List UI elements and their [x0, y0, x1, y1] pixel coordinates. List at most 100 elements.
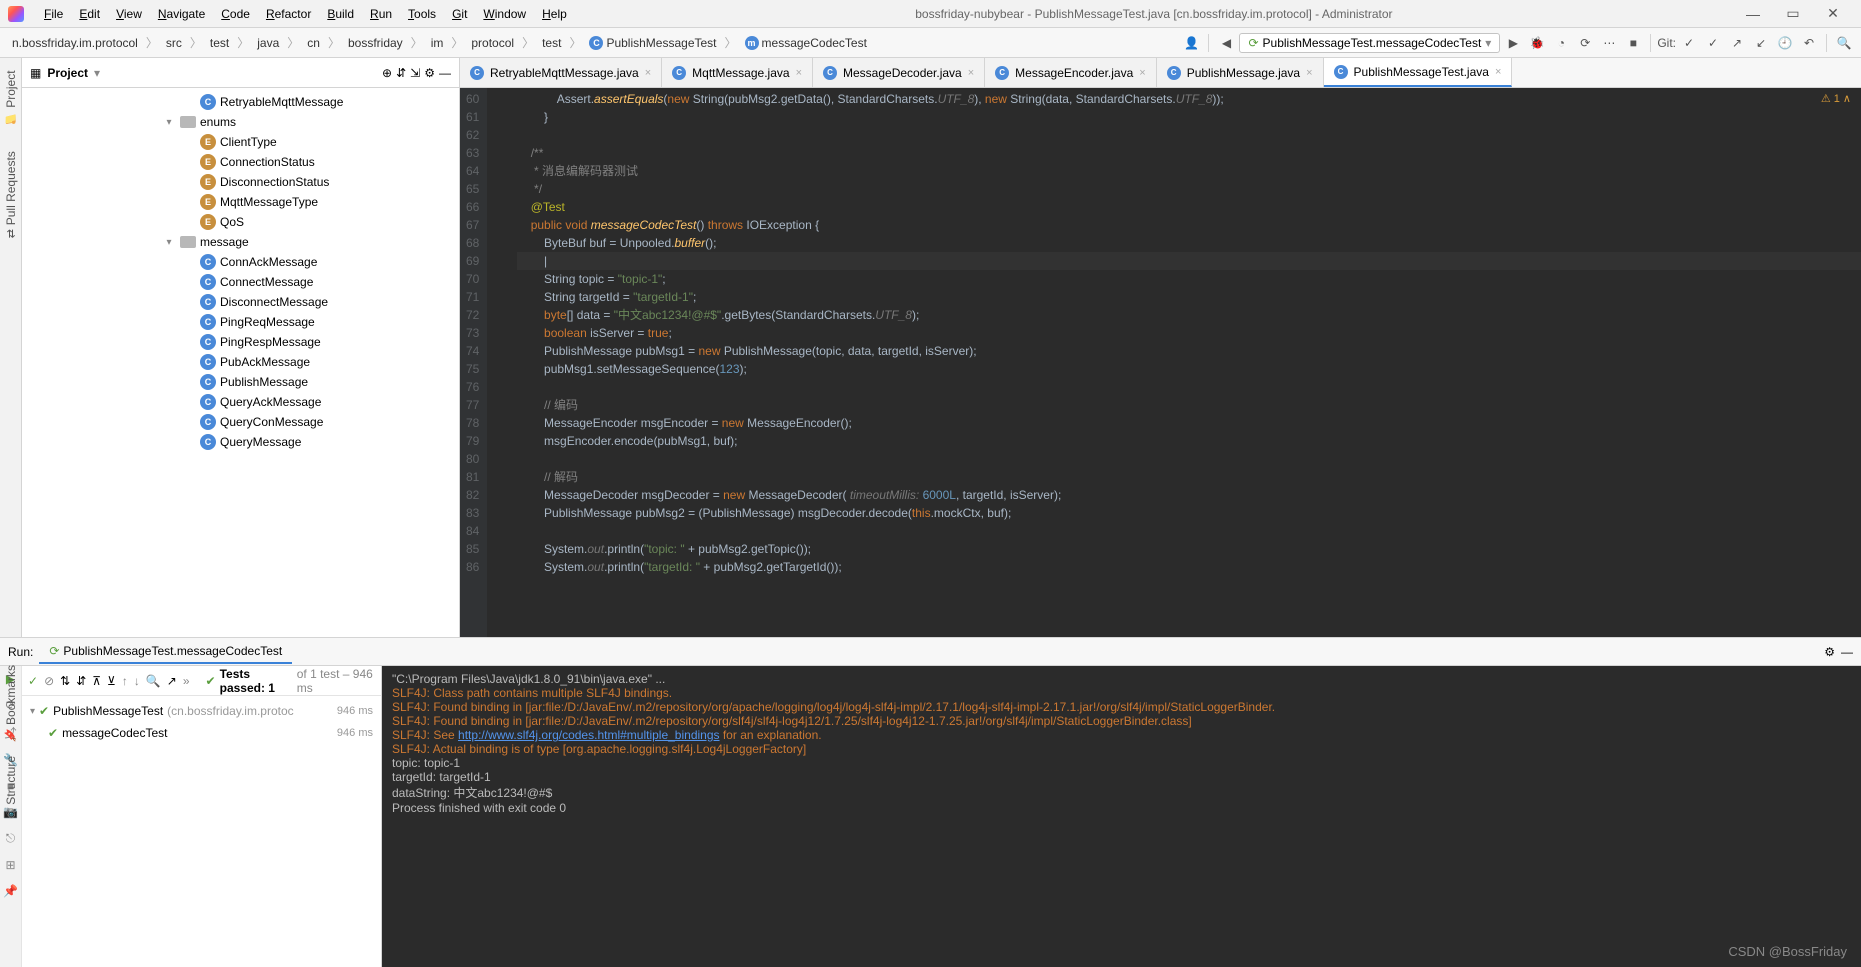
bookmarks-tool-tab[interactable]: 🔖 Bookmarks [4, 665, 18, 742]
hide-icon[interactable]: — [439, 66, 451, 80]
project-tree[interactable]: CRetryableMqttMessage▾enumsEClientTypeEC… [22, 88, 459, 637]
import-icon[interactable]: 🔍 [146, 674, 161, 688]
tree-node[interactable]: CDisconnectMessage [22, 292, 459, 312]
pin-button[interactable]: 📌 [3, 884, 18, 898]
sort-a-icon[interactable]: ⇅ [60, 674, 70, 688]
search-button[interactable]: 🔍 [1833, 32, 1855, 54]
menu-tools[interactable]: Tools [400, 7, 444, 21]
editor-tab[interactable]: CRetryableMqttMessage.java× [460, 58, 662, 87]
show-ignored-icon[interactable]: ⊘ [44, 674, 54, 688]
git-rollback-button[interactable]: ↶ [1798, 32, 1820, 54]
tree-node[interactable]: CRetryableMqttMessage [22, 92, 459, 112]
collapse-icon[interactable]: ⊻ [107, 674, 116, 688]
prev-icon[interactable]: ↑ [122, 674, 128, 688]
breadcrumb-item[interactable]: bossfriday [342, 34, 409, 52]
menu-view[interactable]: View [108, 7, 150, 21]
close-tab-icon[interactable]: × [645, 67, 651, 79]
breadcrumb-item[interactable]: test [204, 34, 235, 52]
code-editor[interactable]: 6061626364656667686970717273747576777879… [460, 88, 1861, 637]
menu-help[interactable]: Help [534, 7, 575, 21]
tree-node[interactable]: ▾message [22, 232, 459, 252]
project-tool-tab[interactable]: 📁 Project [2, 64, 20, 131]
menu-navigate[interactable]: Navigate [150, 7, 213, 21]
run-config-selector[interactable]: ⟳ PublishMessageTest.messageCodecTest ▾ [1239, 33, 1500, 53]
tree-node[interactable]: CConnAckMessage [22, 252, 459, 272]
tree-node[interactable]: EMqttMessageType [22, 192, 459, 212]
editor-tab[interactable]: CPublishMessageTest.java× [1324, 58, 1513, 87]
editor-tab[interactable]: CMqttMessage.java× [662, 58, 813, 87]
menu-file[interactable]: File [36, 7, 71, 21]
next-icon[interactable]: ↓ [134, 674, 140, 688]
editor-tab[interactable]: CMessageEncoder.java× [985, 58, 1157, 87]
tree-node[interactable]: CConnectMessage [22, 272, 459, 292]
back-button[interactable]: ◀ [1215, 32, 1237, 54]
pull-requests-tool-tab[interactable]: ⇄ Pull Requests [2, 145, 20, 244]
layout-button[interactable]: ⊞ [5, 858, 15, 872]
test-row[interactable]: ▾✔ PublishMessageTest(cn.bossfriday.im.p… [22, 700, 381, 722]
user-icon[interactable]: 👤 [1180, 32, 1202, 54]
close-tab-icon[interactable]: × [1306, 67, 1312, 79]
minimize-button[interactable]: — [1733, 6, 1773, 22]
tree-node[interactable]: CPublishMessage [22, 372, 459, 392]
run-hide-icon[interactable]: — [1841, 645, 1853, 659]
close-tab-icon[interactable]: × [1139, 67, 1145, 79]
tree-node[interactable]: CPingReqMessage [22, 312, 459, 332]
tree-node[interactable]: CQueryMessage [22, 432, 459, 452]
close-tab-icon[interactable]: × [968, 67, 974, 79]
close-tab-icon[interactable]: × [796, 67, 802, 79]
stop-button[interactable]: ■ [1622, 32, 1644, 54]
editor-tab[interactable]: CPublishMessage.java× [1157, 58, 1324, 87]
debug-button[interactable]: 🐞 [1526, 32, 1548, 54]
git-push-button[interactable]: ↗ [1726, 32, 1748, 54]
tree-node[interactable]: CPingRespMessage [22, 332, 459, 352]
menu-edit[interactable]: Edit [71, 7, 108, 21]
menu-refactor[interactable]: Refactor [258, 7, 319, 21]
exit-button[interactable]: ⎋ [6, 831, 16, 846]
menu-window[interactable]: Window [475, 7, 534, 21]
run-button[interactable]: ▶ [1502, 32, 1524, 54]
menu-code[interactable]: Code [213, 7, 258, 21]
sort-d-icon[interactable]: ⇵ [76, 674, 86, 688]
test-tree[interactable]: ▾✔ PublishMessageTest(cn.bossfriday.im.p… [22, 696, 381, 967]
expand-all-icon[interactable]: ⇵ [396, 66, 406, 80]
breadcrumb-item[interactable]: protocol [465, 34, 520, 52]
tree-node[interactable]: CQueryAckMessage [22, 392, 459, 412]
attach-button[interactable]: ⋯ [1598, 32, 1620, 54]
run-tab[interactable]: ⟳ PublishMessageTest.messageCodecTest [39, 640, 292, 664]
breadcrumb-item[interactable]: mmessageCodecTest [739, 34, 873, 52]
expand-icon[interactable]: ⊼ [92, 674, 101, 688]
close-tab-icon[interactable]: × [1495, 66, 1501, 78]
tree-node[interactable]: ▾enums [22, 112, 459, 132]
test-row[interactable]: ✔ messageCodecTest946 ms [22, 722, 381, 744]
tree-node[interactable]: EConnectionStatus [22, 152, 459, 172]
menu-run[interactable]: Run [362, 7, 400, 21]
run-console[interactable]: "C:\Program Files\Java\jdk1.8.0_91\bin\j… [382, 666, 1861, 967]
select-opened-file-icon[interactable]: ⊕ [382, 66, 392, 80]
close-button[interactable]: ✕ [1813, 5, 1853, 22]
git-history-button[interactable]: 🕘 [1774, 32, 1796, 54]
structure-tool-tab[interactable]: ⌬ Structure [4, 756, 18, 817]
tree-node[interactable]: EQoS [22, 212, 459, 232]
maximize-button[interactable]: ▭ [1773, 5, 1813, 22]
tree-node[interactable]: CQueryConMessage [22, 412, 459, 432]
more-icon[interactable]: » [183, 674, 190, 688]
breadcrumb-item[interactable]: test [536, 34, 567, 52]
git-commit-button[interactable]: ✓ [1702, 32, 1724, 54]
tree-node[interactable]: EClientType [22, 132, 459, 152]
breadcrumb-item[interactable]: CPublishMessageTest [583, 34, 722, 52]
breadcrumb-item[interactable]: im [425, 34, 450, 52]
breadcrumb-item[interactable]: java [251, 34, 285, 52]
menu-build[interactable]: Build [319, 7, 362, 21]
breadcrumb-item[interactable]: src [160, 34, 188, 52]
tree-node[interactable]: CPubAckMessage [22, 352, 459, 372]
profile-button[interactable]: ⟳ [1574, 32, 1596, 54]
tree-node[interactable]: EDisconnectionStatus [22, 172, 459, 192]
settings-icon[interactable]: ⚙ [424, 66, 435, 80]
export-icon[interactable]: ↗ [167, 674, 177, 688]
run-settings-icon[interactable]: ⚙ [1824, 645, 1835, 659]
editor-tab[interactable]: CMessageDecoder.java× [813, 58, 985, 87]
breadcrumb-item[interactable]: cn [301, 34, 326, 52]
breadcrumb-item[interactable]: n.bossfriday.im.protocol [6, 34, 144, 52]
git-update-button[interactable]: ✓ [1678, 32, 1700, 54]
collapse-all-icon[interactable]: ⇲ [410, 66, 420, 80]
